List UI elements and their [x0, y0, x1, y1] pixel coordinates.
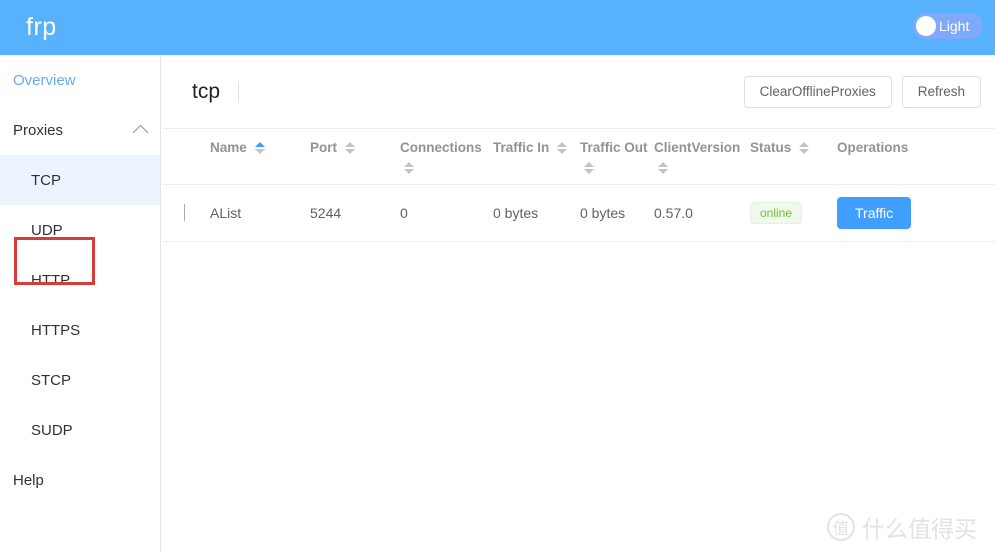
theme-toggle-switch[interactable]: Light: [913, 13, 983, 39]
page-title: tcp: [192, 80, 220, 104]
sidebar-item-label: STCP: [31, 372, 71, 389]
main-content: tcp ClearOfflineProxies Refresh Name P: [162, 55, 995, 552]
sidebar-item-overview[interactable]: Overview: [0, 55, 160, 105]
table-header-traffic-out[interactable]: Traffic Out: [580, 138, 654, 178]
table-header-label: ClientVersion: [654, 140, 740, 155]
sidebar-group-proxies[interactable]: Proxies: [0, 105, 160, 155]
toggle-knob-icon: [916, 16, 936, 36]
table-header-traffic-in[interactable]: Traffic In: [493, 138, 580, 158]
caret-down-icon: [255, 149, 265, 154]
sidebar-item-udp[interactable]: UDP: [0, 205, 160, 255]
watermark-logo-icon: 值: [827, 513, 855, 541]
caret-up-icon: [584, 162, 594, 167]
theme-toggle-label: Light: [939, 18, 969, 34]
table-header-label: Status: [750, 140, 791, 155]
cell-connections: 0: [400, 205, 493, 221]
caret-down-icon: [799, 149, 809, 154]
table-header-label: Port: [310, 140, 337, 155]
app-header: frp Light: [0, 0, 995, 55]
cell-client-version: 0.57.0: [654, 205, 746, 221]
sort-icon[interactable]: [404, 162, 414, 174]
caret-down-icon: [404, 169, 414, 174]
table-header-client-version[interactable]: ClientVersion: [654, 138, 746, 178]
sidebar-item-label: Overview: [13, 72, 76, 89]
table-header-row: Name Port Connections: [162, 129, 995, 185]
caret-up-icon: [345, 142, 355, 147]
sort-icon[interactable]: [557, 142, 567, 154]
cell-operations: Traffic: [837, 197, 937, 229]
sidebar-item-label: SUDP: [31, 422, 73, 439]
cell-traffic-out: 0 bytes: [580, 205, 654, 221]
table-header-label: Connections: [400, 140, 482, 155]
chevron-right-icon[interactable]: [184, 204, 185, 221]
sidebar-group-label: Proxies: [13, 122, 63, 139]
sidebar-item-help[interactable]: Help: [0, 455, 160, 505]
caret-down-icon: [557, 149, 567, 154]
table-header-connections[interactable]: Connections: [400, 138, 493, 178]
sidebar-item-label: UDP: [31, 222, 63, 239]
caret-up-icon: [799, 142, 809, 147]
sidebar-item-label: HTTPS: [31, 322, 80, 339]
page-header: tcp ClearOfflineProxies Refresh: [162, 55, 995, 128]
cell-name: AList: [210, 205, 310, 221]
caret-up-icon: [557, 142, 567, 147]
table-header-label: Traffic In: [493, 140, 549, 155]
proxies-table: Name Port Connections: [162, 128, 995, 242]
table-header-port[interactable]: Port: [310, 138, 400, 158]
row-expand-cell[interactable]: [176, 205, 210, 221]
caret-up-icon: [255, 142, 265, 147]
table-header-name[interactable]: Name: [210, 138, 310, 158]
watermark-text: 什么值得买: [862, 510, 977, 544]
sort-icon[interactable]: [799, 142, 809, 154]
caret-down-icon: [584, 169, 594, 174]
sidebar-item-sudp[interactable]: SUDP: [0, 405, 160, 455]
sidebar-item-tcp[interactable]: TCP: [0, 155, 160, 205]
table-header-label: Name: [210, 140, 247, 155]
chevron-up-icon: [133, 124, 149, 140]
cell-traffic-in: 0 bytes: [493, 205, 580, 221]
cell-port: 5244: [310, 205, 400, 221]
table-header-operations: Operations: [837, 138, 937, 158]
caret-up-icon: [658, 162, 668, 167]
app-root: frp Light Overview Proxies TCP UDP HTTP …: [0, 0, 995, 552]
sort-icon[interactable]: [345, 142, 355, 154]
page-actions: ClearOfflineProxies Refresh: [744, 76, 981, 108]
sidebar-item-label: HTTP: [31, 272, 70, 289]
clear-offline-proxies-button[interactable]: ClearOfflineProxies: [744, 76, 892, 108]
table-header-status[interactable]: Status: [746, 138, 837, 158]
sort-icon[interactable]: [658, 162, 668, 174]
watermark: 值 什么值得买: [827, 510, 977, 544]
sidebar-item-stcp[interactable]: STCP: [0, 355, 160, 405]
sort-icon[interactable]: [584, 162, 594, 174]
sidebar-item-label: TCP: [31, 172, 61, 189]
caret-up-icon: [404, 162, 414, 167]
caret-down-icon: [658, 169, 668, 174]
traffic-button[interactable]: Traffic: [837, 197, 911, 229]
app-logo: frp: [26, 13, 57, 42]
status-badge: online: [750, 202, 802, 224]
sidebar-item-https[interactable]: HTTPS: [0, 305, 160, 355]
table-header-label: Operations: [837, 140, 908, 155]
sidebar-item-label: Help: [13, 472, 44, 489]
sidebar: Overview Proxies TCP UDP HTTP HTTPS STCP…: [0, 55, 161, 552]
title-divider: [238, 83, 239, 101]
caret-down-icon: [345, 149, 355, 154]
sort-icon[interactable]: [255, 142, 265, 154]
cell-status: online: [746, 202, 837, 224]
table-row[interactable]: AList 5244 0 0 bytes 0 bytes 0.57.0 onli…: [162, 185, 995, 242]
table-header-label: Traffic Out: [580, 140, 648, 155]
sidebar-item-http[interactable]: HTTP: [0, 255, 160, 305]
refresh-button[interactable]: Refresh: [902, 76, 981, 108]
